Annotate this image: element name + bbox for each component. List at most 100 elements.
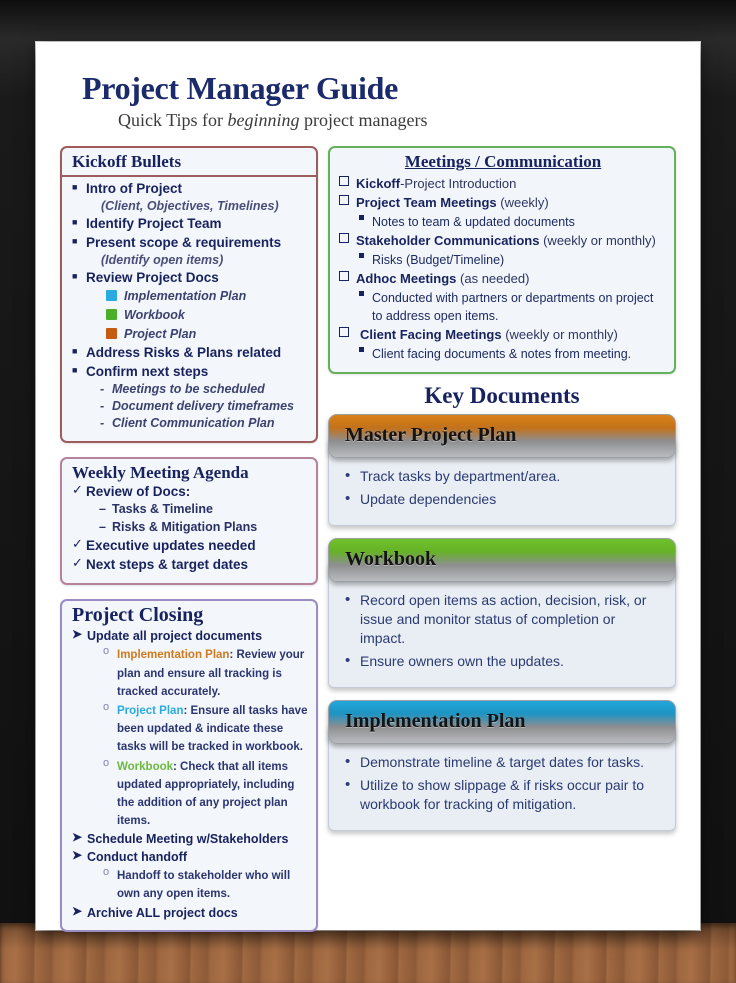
list-item: ➤ Archive ALL project docs xyxy=(71,904,308,922)
weekly-meeting-agenda-box: Weekly Meeting Agenda ✓ Review of Docs: … xyxy=(60,456,318,586)
list-item: • Utilize to show slippage & if risks occ… xyxy=(343,776,661,814)
meetings-item-label: Stakeholder Communications xyxy=(356,232,540,248)
doc-swatch-row: Implementation Plan xyxy=(86,287,308,306)
circle-bullet-icon: o xyxy=(103,645,110,658)
meetings-item: Client Facing Meetings (weekly or monthl… xyxy=(356,327,618,342)
project-plan-swatch-icon xyxy=(106,327,117,339)
kickoff-item-label: Confirm next steps xyxy=(86,364,209,380)
list-item: ➤ Conduct handoff o Handoff to stakehold… xyxy=(71,848,308,902)
meetings-item: Kickoff-Project Introduction xyxy=(356,176,516,191)
kickoff-item-label: Intro of Project xyxy=(86,180,183,196)
closing-subitem-text: Handoff to stakeholder who will own any … xyxy=(117,870,291,901)
meetings-subitem: Client facing documents & notes from mee… xyxy=(372,346,632,361)
list-item: • Update dependencies xyxy=(343,490,661,509)
closing-heading: Project Closing xyxy=(72,604,204,627)
list-item: ■ Identify Project Team xyxy=(71,215,308,233)
meetings-item-label: Kickoff xyxy=(356,175,401,191)
meetings-sublist: Risks (Budget/Timeline) xyxy=(339,251,666,269)
meetings-item-note: (as needed) xyxy=(456,270,530,286)
closing-subitem: Workbook: Check that all items updated a… xyxy=(117,761,294,828)
agenda-item-label: Next steps & target dates xyxy=(86,557,249,573)
kickoff-list: ■ Intro of Project (Client, Objectives, … xyxy=(71,180,308,432)
kickoff-item-label: Identify Project Team xyxy=(86,215,222,231)
closing-subitem-label: Project Plan xyxy=(117,704,184,717)
card-bullet-text: Update dependencies xyxy=(360,490,497,507)
square-bullet-icon xyxy=(359,252,364,258)
right-column: Meetings / Communication Kickoff-Project… xyxy=(328,146,676,843)
agenda-item-label: Review of Docs: xyxy=(86,484,191,500)
list-item: Adhoc Meetings (as needed) xyxy=(339,270,666,288)
key-document-card-implementation-plan: Implementation Plan • Demonstrate timelin… xyxy=(328,699,676,831)
key-documents-title: Key Documents xyxy=(424,382,580,408)
dot-bullet-icon: • xyxy=(345,775,351,793)
card-bullet-list: • Demonstrate timeline & target dates for… xyxy=(343,753,661,814)
dot-bullet-icon: • xyxy=(345,651,351,669)
list-item: o Handoff to stakeholder who will own an… xyxy=(87,866,308,902)
subtitle-pre: Quick Tips for xyxy=(118,110,228,130)
list-item: ■ Intro of Project (Client, Objectives, … xyxy=(71,180,308,214)
agenda-heading: Weekly Meeting Agenda xyxy=(72,462,249,482)
page-subtitle: Quick Tips for beginning project manager… xyxy=(118,111,676,129)
list-item: o Implementation Plan: Review your plan … xyxy=(87,645,308,700)
list-item: ■ Review Project Docs Implementation Pla… xyxy=(71,269,308,343)
kickoff-subitem-label: Document delivery timeframes xyxy=(112,399,295,414)
meetings-item-label: Project Team Meetings xyxy=(356,194,497,210)
circle-bullet-icon: o xyxy=(103,866,110,879)
list-item: Project Team Meetings (weekly) xyxy=(339,194,666,212)
closing-item-label: Conduct handoff xyxy=(87,850,187,865)
meetings-item: Project Team Meetings (weekly) xyxy=(356,195,549,210)
closing-subitem: Implementation Plan: Review your plan an… xyxy=(117,649,304,697)
meetings-item-note: (weekly or monthly) xyxy=(539,232,656,248)
dash-bullet-icon: - xyxy=(100,382,105,397)
closing-subitem: Project Plan: Ensure all tasks have been… xyxy=(117,705,307,753)
arrow-bullet-icon: ➤ xyxy=(72,627,83,642)
dot-bullet-icon: • xyxy=(345,466,351,484)
implementation-plan-swatch-icon xyxy=(106,290,117,302)
card-bullet-list: • Track tasks by department/area. • Update… xyxy=(343,467,661,509)
list-item: • Ensure owners own the updates. xyxy=(343,652,661,671)
list-item: • Record open items as action, decision, … xyxy=(343,591,661,648)
closing-subitem-label: Workbook xyxy=(117,760,174,773)
card-bullet-text: Demonstrate timeline & target dates for … xyxy=(360,753,645,770)
kickoff-heading: Kickoff Bullets xyxy=(72,152,182,171)
doc-swatch-row: Project Plan xyxy=(86,325,308,344)
check-bullet-icon: ✓ xyxy=(72,555,83,571)
poster-page: Project Manager Guide Quick Tips for beg… xyxy=(36,42,700,932)
subtitle-italic: beginning xyxy=(227,110,300,130)
meetings-heading: Meetings / Communication xyxy=(404,152,602,171)
closing-item-label: Update all project documents xyxy=(87,629,263,644)
list-item: ➤ Schedule Meeting w/Stakeholders xyxy=(71,830,308,848)
square-bullet-icon: ■ xyxy=(72,271,78,282)
meetings-sublist: Client facing documents & notes from mee… xyxy=(339,345,666,363)
meetings-item-note: -Project Introduction xyxy=(400,175,517,191)
meetings-sublist: Notes to team & updated documents xyxy=(339,213,666,231)
dot-bullet-icon: • xyxy=(345,752,351,770)
meetings-item-note: (weekly or monthly) xyxy=(501,326,618,342)
list-item: ➤ Update all project documents o Impleme… xyxy=(71,627,308,829)
meetings-item: Adhoc Meetings (as needed) xyxy=(356,271,529,286)
meetings-item: Stakeholder Communications (weekly or mo… xyxy=(356,233,656,248)
meetings-subitem: Risks (Budget/Timeline) xyxy=(372,252,505,267)
list-item: Client facing documents & notes from mee… xyxy=(339,345,666,363)
list-item: o Workbook: Check that all items updated… xyxy=(87,757,308,830)
swatch-label: Project Plan xyxy=(124,326,197,341)
circle-bullet-icon: o xyxy=(103,700,110,713)
square-bullet-icon xyxy=(359,214,364,220)
meetings-subitem: Notes to team & updated documents xyxy=(372,214,575,229)
meetings-item-note: (weekly) xyxy=(496,194,549,210)
circle-bullet-icon: o xyxy=(103,756,110,769)
doc-swatch-row: Workbook xyxy=(86,306,308,325)
list-item: Risks (Budget/Timeline) xyxy=(339,251,666,269)
kickoff-item-note: (Identify open items) xyxy=(101,252,224,267)
checkbox-icon xyxy=(339,270,349,281)
list-item: ✓ Next steps & target dates xyxy=(71,555,308,574)
subtitle-post: project managers xyxy=(299,110,428,130)
square-bullet-icon: ■ xyxy=(72,235,78,246)
checkbox-icon xyxy=(339,194,349,205)
checkbox-icon xyxy=(339,326,349,337)
kickoff-item-label: Address Risks & Plans related xyxy=(86,345,282,361)
list-item: ■ Confirm next steps - Meetings to be sch… xyxy=(71,363,308,432)
meetings-communication-box: Meetings / Communication Kickoff-Project… xyxy=(328,146,676,374)
square-bullet-icon xyxy=(359,290,364,296)
kickoff-subitem: - Client Communication Plan xyxy=(86,415,308,432)
